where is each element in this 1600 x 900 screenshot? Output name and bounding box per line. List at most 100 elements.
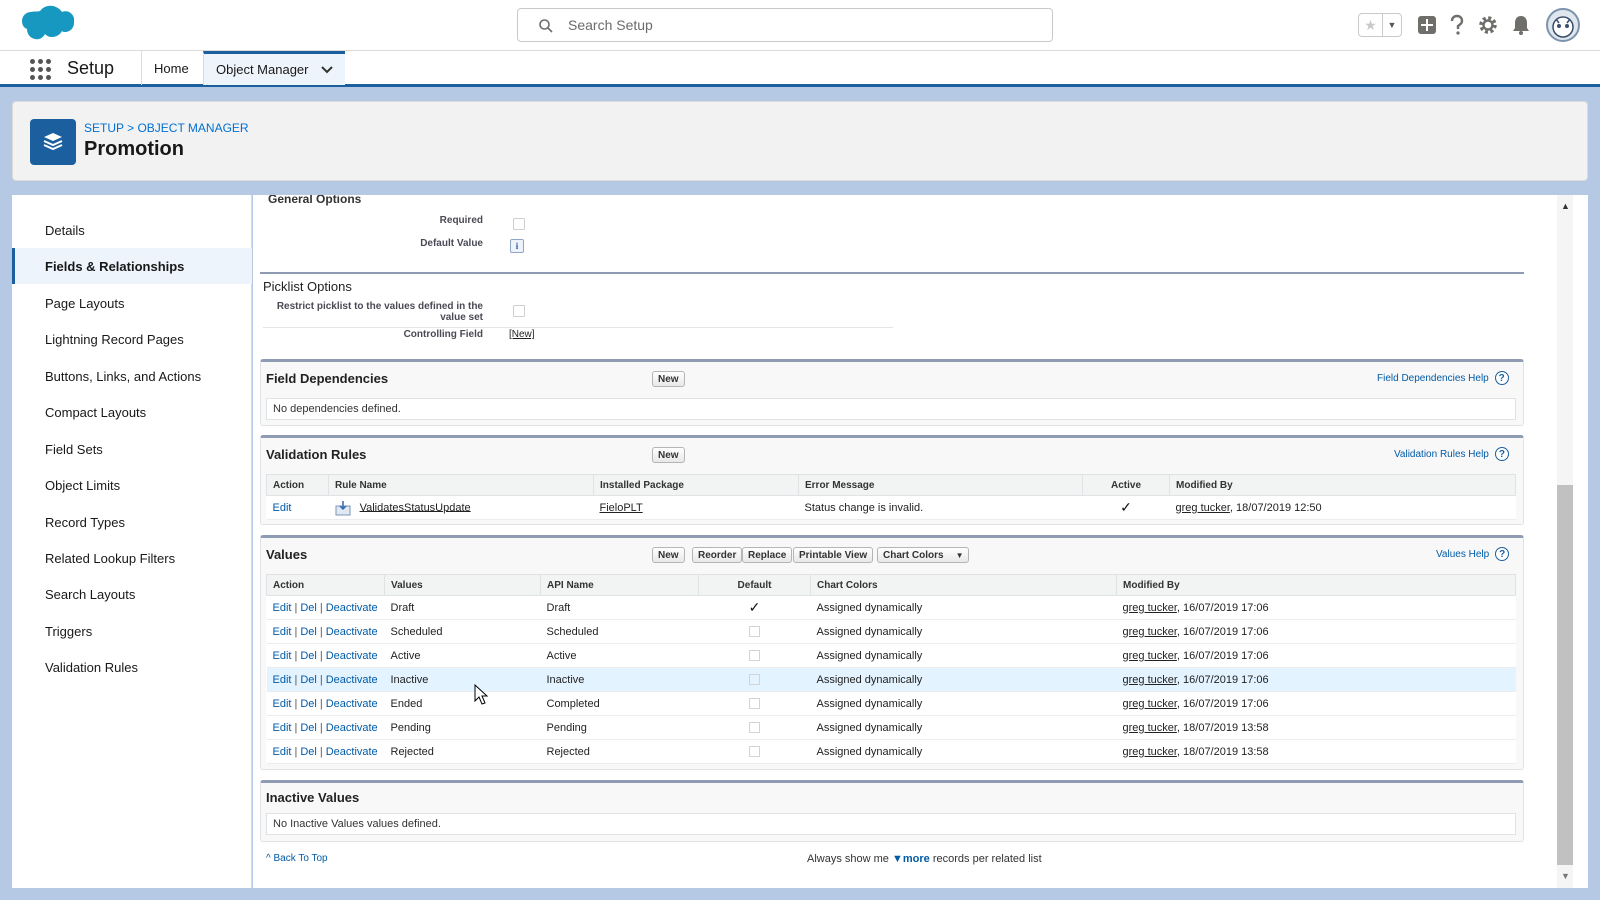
validation-rules-section: Validation Rules New Validation Rules He… xyxy=(260,435,1524,525)
sidebar-item-page-layouts[interactable]: Page Layouts xyxy=(12,285,252,321)
modified-by-user-link[interactable]: greg tucker xyxy=(1123,746,1177,758)
chevron-down-icon: ▼ xyxy=(955,550,964,560)
general-options-title: General Options xyxy=(268,195,362,206)
values-replace-button[interactable]: Replace xyxy=(742,547,793,563)
modified-by-user-link[interactable]: greg tucker xyxy=(1123,650,1177,662)
chevron-down-icon[interactable]: ▼ xyxy=(1383,14,1401,36)
bell-icon[interactable] xyxy=(1508,12,1534,38)
value-del-link[interactable]: Del xyxy=(300,674,317,686)
value-deactivate-link[interactable]: Deactivate xyxy=(326,602,378,614)
help-icon[interactable] xyxy=(1444,12,1470,38)
sidebar-item-object-limits[interactable]: Object Limits xyxy=(12,467,252,503)
back-to-top-link[interactable]: ^ Back To Top xyxy=(266,853,328,864)
modified-by-user-link[interactable]: greg tucker xyxy=(1123,674,1177,686)
value-del-link[interactable]: Del xyxy=(300,602,317,614)
sidebar-item-fields-relationships[interactable]: Fields & Relationships xyxy=(12,248,252,284)
installed-package-link[interactable]: FieloPLT xyxy=(600,502,643,514)
sidebar-item-lightning-record-pages[interactable]: Lightning Record Pages xyxy=(12,321,252,357)
help-icon[interactable]: ? xyxy=(1494,447,1509,461)
salesforce-cloud-logo[interactable] xyxy=(16,5,74,45)
value-chart-color: Assigned dynamically xyxy=(810,643,1117,668)
tab-object-manager[interactable]: Object Manager xyxy=(203,51,345,85)
value-del-link[interactable]: Del xyxy=(300,698,317,710)
controlling-field-new-link[interactable]: [New] xyxy=(509,329,535,340)
gear-icon[interactable] xyxy=(1475,12,1501,38)
value-edit-link[interactable]: Edit xyxy=(273,722,292,734)
sidebar-item-field-sets[interactable]: Field Sets xyxy=(12,431,252,467)
modified-by-user-link[interactable]: greg tucker xyxy=(1123,602,1177,614)
modified-by-user-link[interactable]: greg tucker xyxy=(1123,626,1177,638)
tab-home[interactable]: Home xyxy=(141,51,201,85)
value-del-link[interactable]: Del xyxy=(300,650,317,662)
table-row: Edit | Del | Deactivate Ended Completed Assigne… xyxy=(266,691,1516,716)
values-printable-view-button[interactable]: Printable View xyxy=(793,547,874,563)
modified-by-user-link[interactable]: greg tucker xyxy=(1176,502,1230,514)
sidebar-item-details[interactable]: Details xyxy=(12,212,252,248)
values-help-link[interactable]: Values Help? xyxy=(1436,547,1510,561)
sidebar-item-triggers[interactable]: Triggers xyxy=(12,613,252,649)
value-edit-link[interactable]: Edit xyxy=(273,746,292,758)
sidebar-item-record-types[interactable]: Record Types xyxy=(12,504,252,540)
field-dependencies-new-button[interactable]: New xyxy=(652,371,685,387)
validation-rule-edit-link[interactable]: Edit xyxy=(273,502,292,514)
validation-rule-name-link[interactable]: ValidatesStatusUpdate xyxy=(360,501,471,513)
required-checkbox[interactable] xyxy=(513,218,525,230)
value-deactivate-link[interactable]: Deactivate xyxy=(326,650,378,662)
help-icon[interactable]: ? xyxy=(1494,371,1509,385)
sidebar-item-compact-layouts[interactable]: Compact Layouts xyxy=(12,394,252,430)
unchecked-box-icon xyxy=(749,674,760,686)
scrollbar-thumb[interactable] xyxy=(1557,485,1573,865)
caret-down-icon[interactable]: ▼ xyxy=(892,853,903,865)
sidebar-item-validation-rules[interactable]: Validation Rules xyxy=(12,649,252,685)
page-title: Promotion xyxy=(84,138,184,160)
help-icon[interactable]: ? xyxy=(1495,547,1510,561)
value-del-link[interactable]: Del xyxy=(300,746,317,758)
validation-rules-new-button[interactable]: New xyxy=(652,447,685,463)
table-row: Edit | Del | Deactivate Inactive Inactive Assig… xyxy=(266,667,1516,692)
show-more-link[interactable]: more xyxy=(903,853,930,865)
scroll-up-arrow-icon[interactable]: ▲ xyxy=(1561,201,1570,211)
modified-by-user-link[interactable]: greg tucker xyxy=(1123,722,1177,734)
info-icon[interactable]: i xyxy=(510,239,524,253)
search-input[interactable] xyxy=(568,15,1028,35)
value-edit-link[interactable]: Edit xyxy=(273,674,292,686)
restrict-picklist-checkbox[interactable] xyxy=(513,305,525,317)
value-deactivate-link[interactable]: Deactivate xyxy=(326,674,378,686)
checkmark-icon: ✓ xyxy=(748,599,761,615)
values-chart-colors-button[interactable]: Chart Colors ▼ xyxy=(877,547,970,563)
mouse-cursor-icon xyxy=(474,684,488,705)
values-new-button[interactable]: New xyxy=(652,547,685,563)
value-deactivate-link[interactable]: Deactivate xyxy=(326,746,378,758)
value-chart-color: Assigned dynamically xyxy=(810,715,1117,740)
value-edit-link[interactable]: Edit xyxy=(273,650,292,662)
value-del-link[interactable]: Del xyxy=(300,722,317,734)
validation-rules-help-link[interactable]: Validation Rules Help? xyxy=(1394,447,1509,461)
value-edit-link[interactable]: Edit xyxy=(273,602,292,614)
value-deactivate-link[interactable]: Deactivate xyxy=(326,722,378,734)
search-bar[interactable] xyxy=(517,8,1053,42)
avatar[interactable] xyxy=(1546,8,1580,42)
value-api-name: Draft xyxy=(540,595,699,620)
validation-rules-table: Action Rule Name Installed Package Error… xyxy=(266,474,1516,520)
modified-by-user-link[interactable]: greg tucker xyxy=(1123,698,1177,710)
value-api-name: Inactive xyxy=(540,667,699,692)
value-edit-link[interactable]: Edit xyxy=(273,698,292,710)
row-divider xyxy=(263,327,893,328)
values-reorder-button[interactable]: Reorder xyxy=(692,547,743,563)
add-icon[interactable] xyxy=(1414,12,1440,38)
field-dependencies-help-link[interactable]: Field Dependencies Help? xyxy=(1377,371,1509,385)
value-del-link[interactable]: Del xyxy=(300,626,317,638)
app-launcher-icon[interactable] xyxy=(30,59,52,81)
value-chart-color: Assigned dynamically xyxy=(810,739,1117,764)
star-icon[interactable]: ★ xyxy=(1359,14,1383,36)
value-deactivate-link[interactable]: Deactivate xyxy=(326,626,378,638)
sidebar-item-related-lookup-filters[interactable]: Related Lookup Filters xyxy=(12,540,252,576)
chevron-down-icon[interactable] xyxy=(320,63,333,77)
value-edit-link[interactable]: Edit xyxy=(273,626,292,638)
favorites-control[interactable]: ★ ▼ xyxy=(1358,13,1402,37)
breadcrumb[interactable]: SETUP > OBJECT MANAGER xyxy=(84,121,249,135)
value-deactivate-link[interactable]: Deactivate xyxy=(326,698,378,710)
sidebar-item-buttons-links-actions[interactable]: Buttons, Links, and Actions xyxy=(12,358,252,394)
sidebar-item-search-layouts[interactable]: Search Layouts xyxy=(12,576,252,612)
scroll-down-arrow-icon[interactable]: ▼ xyxy=(1561,871,1570,881)
